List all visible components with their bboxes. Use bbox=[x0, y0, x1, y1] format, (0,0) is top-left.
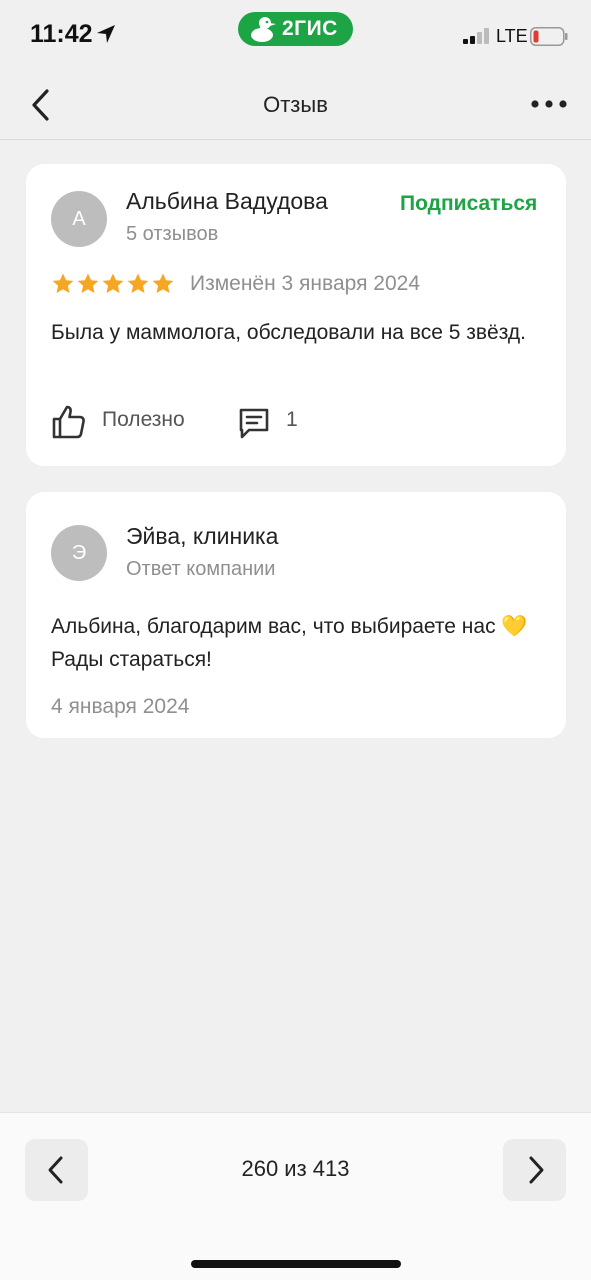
company-reply-card: Э Эйва, клиника Ответ компании Альбина, … bbox=[26, 492, 566, 738]
rating-stars bbox=[51, 272, 175, 298]
review-text: Была у маммолога, обследовали на все 5 з… bbox=[51, 321, 526, 344]
helpful-button[interactable]: Полезно bbox=[51, 402, 211, 442]
helpful-label: Полезно bbox=[102, 408, 185, 431]
star-icon bbox=[52, 273, 74, 293]
company-name[interactable]: Эйва, клиника bbox=[126, 523, 278, 550]
comments-button[interactable]: 1 bbox=[237, 402, 317, 442]
status-bar: 11:42 2ГИС LTE bbox=[0, 0, 591, 70]
goose-icon bbox=[251, 17, 276, 42]
brand-logo: 2ГИС bbox=[238, 12, 353, 46]
battery-icon bbox=[530, 27, 568, 46]
star-icon bbox=[77, 273, 99, 293]
review-author-name[interactable]: Альбина Вадудова bbox=[126, 188, 328, 215]
company-reply-text: Альбина, благодарим вас, что выбираете н… bbox=[51, 615, 528, 671]
star-icon bbox=[102, 273, 124, 293]
more-horizontal-icon[interactable] bbox=[530, 98, 568, 110]
signal-icon bbox=[463, 28, 489, 44]
review-card: А Альбина Вадудова 5 отзывов Подписаться… bbox=[26, 164, 566, 466]
status-time: 11:42 bbox=[30, 20, 93, 48]
review-author-reviews-count: 5 отзывов bbox=[126, 223, 219, 245]
review-pager: 260 из 413 bbox=[0, 1112, 591, 1280]
review-edited-date: Изменён 3 января 2024 bbox=[190, 272, 420, 295]
company-reply-date: 4 января 2024 bbox=[51, 695, 190, 718]
network-type: LTE bbox=[496, 26, 528, 46]
nav-bar: Отзыв bbox=[0, 70, 591, 140]
chevron-right-icon bbox=[529, 1156, 544, 1184]
location-arrow-icon bbox=[97, 25, 115, 43]
brand-name: 2ГИС bbox=[282, 17, 338, 40]
thumbs-up-icon bbox=[52, 405, 85, 439]
company-reply-label: Ответ компании bbox=[126, 558, 276, 580]
comment-count: 1 bbox=[286, 408, 298, 431]
company-avatar[interactable]: Э bbox=[51, 525, 107, 581]
home-indicator bbox=[191, 1260, 401, 1268]
avatar[interactable]: А bbox=[51, 191, 107, 247]
star-icon bbox=[127, 273, 149, 293]
next-review-button[interactable] bbox=[503, 1139, 566, 1201]
subscribe-button[interactable]: Подписаться bbox=[400, 192, 537, 216]
star-icon bbox=[152, 273, 174, 293]
comment-icon bbox=[239, 408, 269, 439]
page-title: Отзыв bbox=[263, 92, 328, 117]
